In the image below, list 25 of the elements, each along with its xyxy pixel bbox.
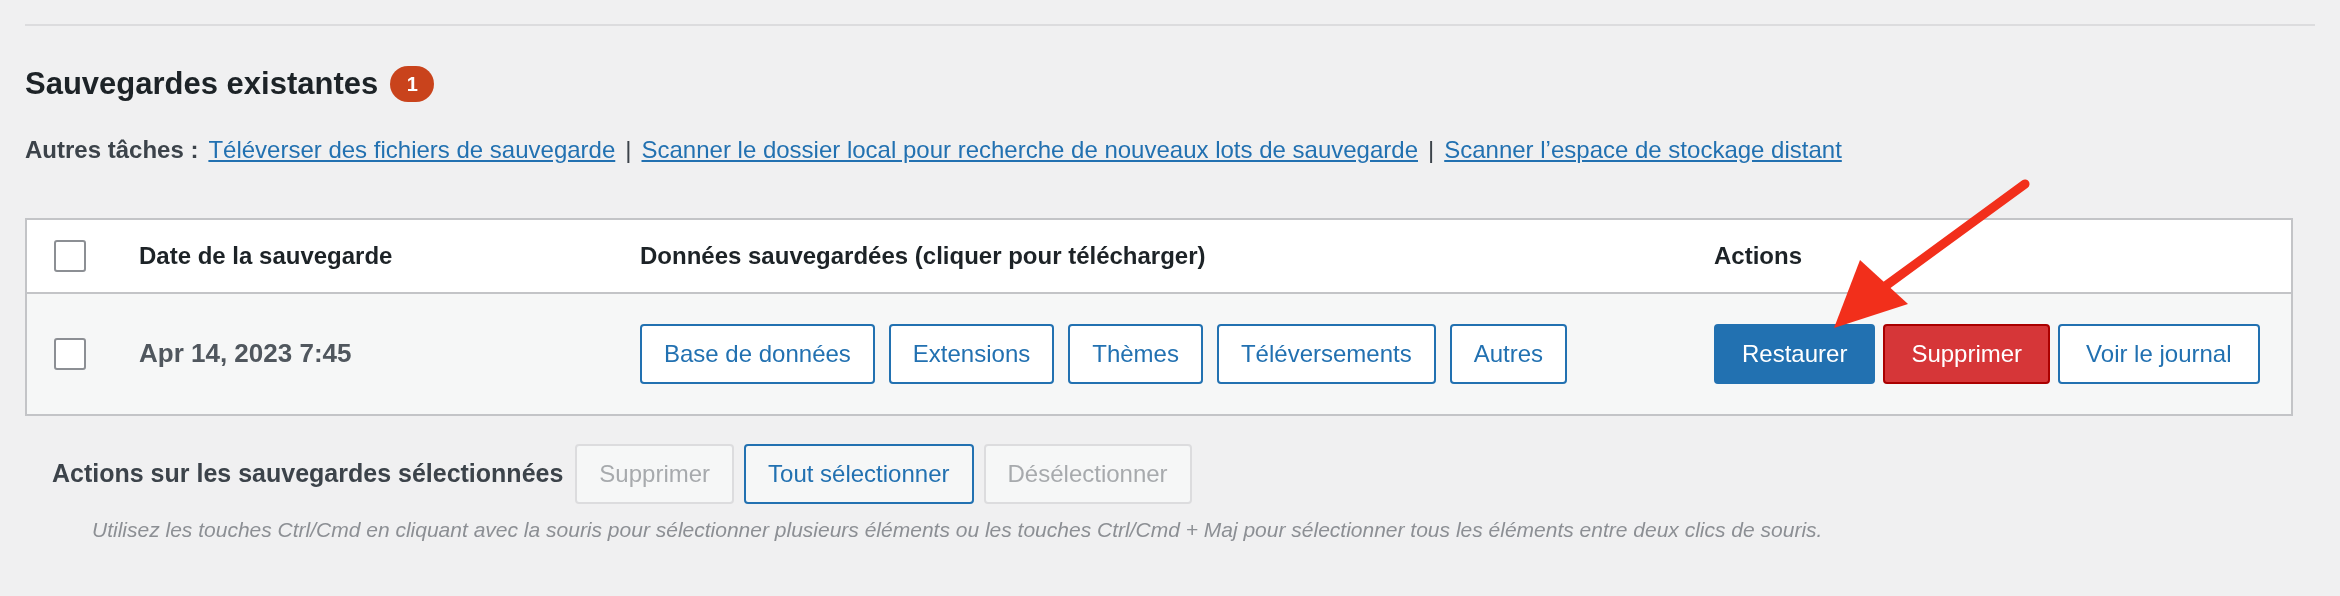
column-header: Date de la sauvegarde (139, 240, 394, 271)
column-header: Actions (1714, 240, 1802, 271)
task-link[interactable]: Scanner l’espace de stockage distant (1444, 131, 1842, 168)
action-button[interactable]: Voir le journal (2058, 323, 2260, 384)
download-button[interactable]: Téléversements (1216, 323, 1436, 384)
hint-text: Utilisez les touches Ctrl/Cmd en cliquant avec la souris pour sélectionner plusieurs éléments ou les touches Ctrl/Cmd + Maj pour sélectionner tous les éléments entre deux clics de souris. (91, 516, 1824, 543)
bulk-actions-label: Actions sur les sauvegardes sélectionnées (52, 457, 564, 489)
separator: | (625, 134, 632, 165)
download-button[interactable]: Base de données (640, 323, 875, 384)
action-button[interactable]: Restaurer (1714, 323, 1876, 384)
task-link[interactable]: Scanner le dossier local pour recherche de nouveaux lots de sauvegarde (641, 131, 1418, 168)
action-button[interactable]: Supprimer (1883, 323, 2051, 384)
checkbox[interactable] (54, 337, 86, 370)
separator: | (1428, 134, 1435, 165)
checkbox[interactable] (54, 239, 86, 272)
bulk-button[interactable]: Tout sélectionner (744, 443, 974, 504)
backup-date: Apr 14, 2023 7:45 (139, 337, 353, 370)
tasks-label: Autres tâches : (25, 134, 199, 165)
download-button[interactable]: Extensions (888, 323, 1055, 384)
count-badge: 1 (390, 66, 435, 103)
task-link[interactable]: Téléverser des fichiers de sauvegarde (208, 131, 616, 168)
download-button[interactable]: Thèmes (1068, 323, 1203, 384)
column-header: Données sauvegardées (cliquer pour télécharger) (640, 240, 1207, 271)
download-button[interactable]: Autres (1449, 323, 1568, 384)
section-title: Sauvegardes existantes (25, 65, 379, 103)
